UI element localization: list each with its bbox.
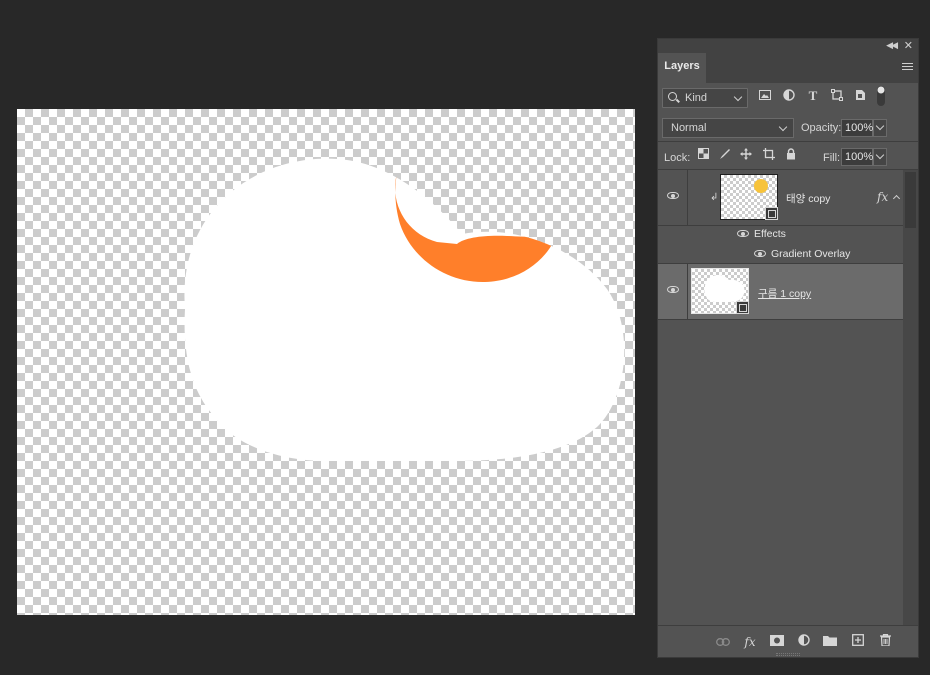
eye-icon[interactable]	[754, 250, 766, 257]
kind-filter-select[interactable]: Kind	[662, 88, 748, 108]
cloud-shape	[184, 158, 625, 461]
chevron-down-icon	[733, 92, 743, 102]
fill-value: 100%	[845, 151, 874, 163]
artwork	[184, 158, 625, 461]
smart-object-filter-icon[interactable]	[853, 89, 867, 103]
kind-filter-label: Kind	[685, 92, 708, 104]
document-canvas[interactable]	[17, 109, 635, 615]
scrollbar-thumb[interactable]	[905, 172, 916, 228]
search-icon	[668, 92, 677, 101]
chevron-down-icon	[875, 150, 885, 160]
opacity-input[interactable]: 100%	[841, 119, 873, 137]
effect-label: Gradient Overlay	[771, 248, 851, 260]
visibility-toggle[interactable]	[658, 170, 688, 225]
fill-input[interactable]: 100%	[841, 148, 873, 166]
adjustment-filter-icon[interactable]	[782, 89, 796, 103]
filter-toggle[interactable]	[876, 85, 886, 107]
lock-image-pixels-icon[interactable]	[718, 148, 732, 162]
panel-tab-bar: Layers	[658, 53, 918, 83]
fx-badge-icon[interactable]: fx	[877, 190, 888, 204]
lock-label: Lock:	[664, 152, 691, 164]
eye-icon	[667, 192, 679, 199]
eye-icon	[667, 286, 679, 293]
opacity-value: 100%	[845, 122, 874, 134]
fx-icon[interactable]: fx	[742, 634, 758, 650]
filter-row: Kind T	[658, 83, 918, 113]
type-filter-icon[interactable]: T	[806, 89, 820, 103]
chevron-down-icon	[778, 122, 788, 132]
effect-gradient-overlay[interactable]: Gradient Overlay	[658, 243, 903, 264]
mask-icon[interactable]	[769, 634, 785, 650]
panel-menu-icon[interactable]	[902, 63, 913, 72]
lock-row: Lock: Fill: 100%	[658, 142, 918, 170]
clipping-mask-arrow-icon: ↲	[710, 192, 719, 203]
adjustment-icon[interactable]	[796, 634, 812, 650]
resize-grip[interactable]	[776, 653, 800, 656]
collapse-effects-icon[interactable]	[892, 194, 901, 203]
sun-thumbnail-shape	[754, 179, 768, 193]
lock-transparent-pixels-icon[interactable]	[696, 148, 710, 162]
link-icon[interactable]	[715, 634, 731, 650]
folder-icon[interactable]	[822, 634, 838, 650]
image-filter-icon[interactable]	[758, 89, 772, 103]
blend-mode-select[interactable]: Normal	[662, 118, 794, 138]
layer-thumbnail[interactable]	[720, 174, 778, 220]
layer-name[interactable]: 구름 1 copy	[758, 286, 811, 301]
close-icon[interactable]: ✕	[904, 39, 913, 52]
panel-header: ◀◀ ✕	[658, 39, 918, 53]
tab-layers[interactable]: Layers	[658, 53, 706, 83]
layers-panel: ◀◀ ✕ Layers Kind T Normal Opacity: 100% …	[657, 38, 919, 658]
layers-bottom-bar: fx	[658, 625, 918, 657]
new-layer-icon[interactable]	[850, 634, 866, 650]
layer-thumbnail[interactable]	[691, 268, 749, 314]
shape-filter-icon[interactable]	[830, 89, 844, 103]
lock-all-icon[interactable]	[784, 148, 798, 162]
layers-list: ↲ 태양 copy fx Effects Gradient Overlay 구름…	[658, 170, 918, 625]
layers-scrollbar[interactable]	[903, 170, 918, 625]
smart-object-badge-icon	[765, 207, 778, 220]
lock-position-icon[interactable]	[739, 148, 753, 162]
collapse-icon[interactable]: ◀◀	[886, 40, 898, 51]
blend-mode-value: Normal	[671, 122, 707, 134]
effects-label: Effects	[754, 228, 786, 240]
blend-row: Normal Opacity: 100%	[658, 113, 918, 141]
visibility-toggle[interactable]	[658, 264, 688, 319]
effects-row[interactable]: Effects	[658, 224, 903, 243]
lock-artboard-icon[interactable]	[762, 148, 776, 162]
fill-label: Fill:	[823, 152, 841, 164]
fill-dropdown[interactable]	[873, 148, 887, 166]
layer-name[interactable]: 태양 copy	[786, 191, 830, 206]
layer-row-cloud-copy[interactable]: 구름 1 copy	[658, 264, 903, 320]
opacity-dropdown[interactable]	[873, 119, 887, 137]
chevron-down-icon	[875, 121, 885, 131]
trash-icon[interactable]	[877, 634, 893, 650]
opacity-label: Opacity:	[801, 122, 842, 134]
smart-object-badge-icon	[736, 301, 749, 314]
eye-icon[interactable]	[737, 230, 749, 237]
layer-row-sun-copy[interactable]: ↲ 태양 copy fx	[658, 170, 903, 226]
